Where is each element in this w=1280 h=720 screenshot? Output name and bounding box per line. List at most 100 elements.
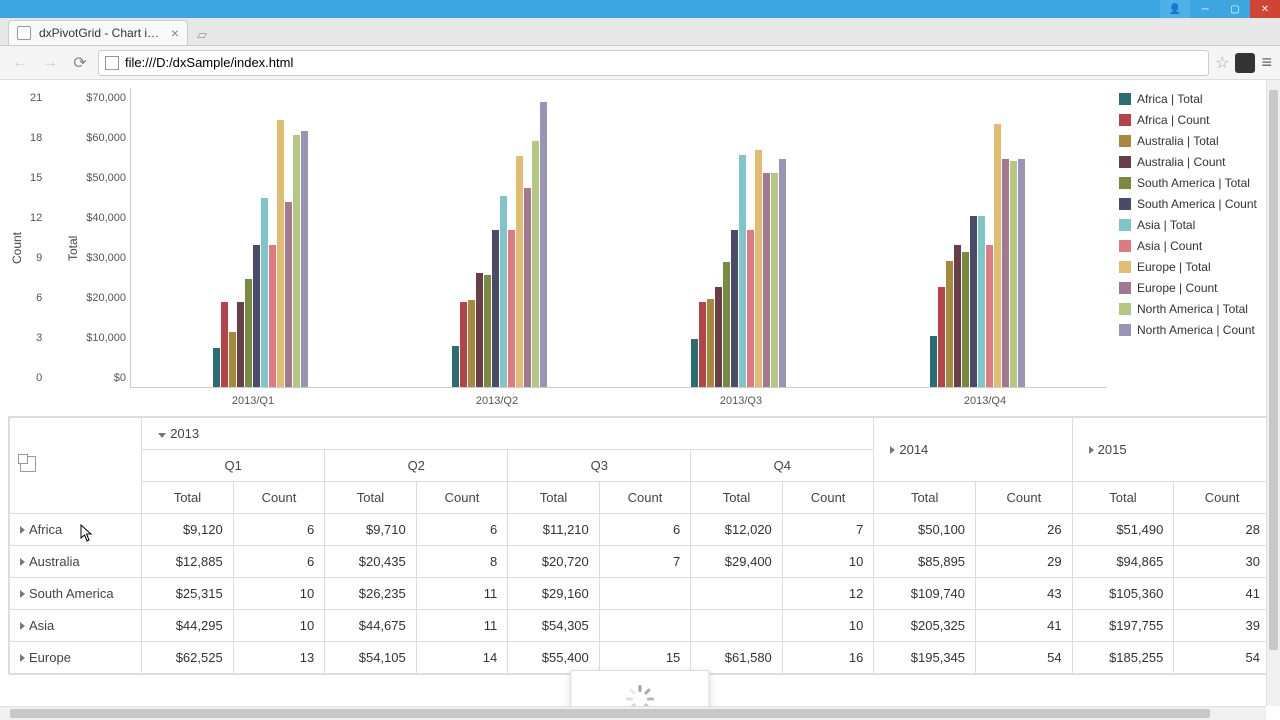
bar[interactable] [1010, 161, 1017, 387]
field-selector-cell[interactable] [10, 418, 142, 514]
data-cell[interactable]: $85,895 [874, 546, 976, 578]
bar[interactable] [1018, 159, 1025, 387]
bar[interactable] [492, 230, 499, 387]
quarter-header[interactable]: Q3 [508, 450, 691, 482]
expand-icon[interactable] [890, 446, 895, 454]
bar[interactable] [484, 275, 491, 387]
data-cell[interactable]: $9,710 [325, 514, 417, 546]
bar[interactable] [691, 339, 698, 387]
legend-item[interactable]: Europe | Count [1119, 281, 1268, 295]
bar[interactable] [277, 120, 284, 387]
legend-item[interactable]: South America | Total [1119, 176, 1268, 190]
data-cell[interactable]: $20,720 [508, 546, 600, 578]
measure-header[interactable]: Count [599, 482, 691, 514]
data-cell[interactable] [599, 578, 691, 610]
reload-button[interactable]: ⟳ [68, 51, 92, 75]
expand-icon[interactable] [1089, 446, 1094, 454]
bar[interactable] [245, 279, 252, 387]
data-cell[interactable]: $9,120 [142, 514, 234, 546]
data-cell[interactable]: 28 [1174, 514, 1271, 546]
data-cell[interactable]: $197,755 [1072, 610, 1174, 642]
close-button[interactable]: ✕ [1250, 0, 1280, 18]
bar[interactable] [285, 202, 292, 387]
data-cell[interactable]: 13 [233, 642, 325, 674]
data-cell[interactable]: $29,400 [691, 546, 783, 578]
data-cell[interactable] [691, 610, 783, 642]
back-button[interactable]: ← [8, 51, 32, 75]
bar[interactable] [532, 141, 539, 387]
bar[interactable] [301, 131, 308, 387]
data-cell[interactable]: $185,255 [1072, 642, 1174, 674]
extension-icon[interactable] [1235, 53, 1255, 73]
measure-header[interactable]: Total [1072, 482, 1174, 514]
browser-tab[interactable]: dxPivotGrid - Chart inte × [8, 20, 188, 45]
data-cell[interactable]: $29,160 [508, 578, 600, 610]
bar[interactable] [771, 173, 778, 387]
data-cell[interactable]: 43 [976, 578, 1073, 610]
bar[interactable] [229, 332, 236, 387]
bookmark-icon[interactable]: ☆ [1215, 53, 1229, 73]
quarter-header[interactable]: Q1 [142, 450, 325, 482]
measure-header[interactable]: Total [142, 482, 234, 514]
region-header[interactable]: South America [10, 578, 142, 610]
bar[interactable] [293, 135, 300, 387]
close-icon[interactable]: × [171, 25, 179, 41]
bar[interactable] [508, 230, 515, 387]
data-cell[interactable]: 7 [782, 514, 874, 546]
measure-header[interactable]: Count [1174, 482, 1271, 514]
data-cell[interactable]: 11 [416, 578, 508, 610]
bar[interactable] [516, 156, 523, 387]
bar[interactable] [540, 102, 547, 387]
bar[interactable] [221, 302, 228, 387]
quarter-header[interactable]: Q4 [691, 450, 874, 482]
bar[interactable] [938, 287, 945, 387]
bar[interactable] [962, 252, 969, 387]
region-header[interactable]: Europe [10, 642, 142, 674]
region-header[interactable]: Asia [10, 610, 142, 642]
measure-header[interactable]: Total [508, 482, 600, 514]
data-cell[interactable]: 7 [599, 546, 691, 578]
bar[interactable] [524, 188, 531, 387]
bar[interactable] [731, 230, 738, 387]
data-cell[interactable]: 6 [233, 514, 325, 546]
bar[interactable] [763, 173, 770, 387]
data-cell[interactable]: $109,740 [874, 578, 976, 610]
bar[interactable] [468, 300, 475, 387]
bar[interactable] [269, 245, 276, 387]
data-cell[interactable]: $51,490 [1072, 514, 1174, 546]
measure-header[interactable]: Count [976, 482, 1073, 514]
user-icon[interactable]: 👤 [1160, 0, 1190, 18]
bar[interactable] [1002, 159, 1009, 387]
legend-item[interactable]: North America | Count [1119, 323, 1268, 337]
bar[interactable] [739, 155, 746, 387]
data-cell[interactable] [599, 610, 691, 642]
bar[interactable] [755, 150, 762, 387]
bar[interactable] [699, 302, 706, 387]
year-header-2014[interactable]: 2014 [874, 418, 1072, 482]
url-input[interactable] [125, 55, 1202, 70]
measure-header[interactable]: Total [874, 482, 976, 514]
bar[interactable] [994, 124, 1001, 387]
data-cell[interactable]: 10 [233, 578, 325, 610]
expand-icon[interactable] [20, 526, 25, 534]
legend-item[interactable]: Australia | Total [1119, 134, 1268, 148]
data-cell[interactable]: $54,105 [325, 642, 417, 674]
maximize-button[interactable]: ▢ [1220, 0, 1250, 18]
data-cell[interactable]: $11,210 [508, 514, 600, 546]
bar[interactable] [930, 336, 937, 387]
measure-header[interactable]: Count [416, 482, 508, 514]
data-cell[interactable]: 16 [782, 642, 874, 674]
bar[interactable] [723, 262, 730, 387]
data-cell[interactable]: 10 [233, 610, 325, 642]
data-cell[interactable]: 41 [1174, 578, 1271, 610]
data-cell[interactable]: 12 [782, 578, 874, 610]
data-cell[interactable]: $26,235 [325, 578, 417, 610]
bar[interactable] [946, 261, 953, 387]
bar[interactable] [707, 299, 714, 388]
new-tab-button[interactable]: ▱ [192, 25, 212, 45]
data-cell[interactable]: $54,305 [508, 610, 600, 642]
measure-header[interactable]: Total [691, 482, 783, 514]
legend-item[interactable]: Asia | Count [1119, 239, 1268, 253]
collapse-icon[interactable] [158, 433, 166, 438]
data-cell[interactable]: 30 [1174, 546, 1271, 578]
